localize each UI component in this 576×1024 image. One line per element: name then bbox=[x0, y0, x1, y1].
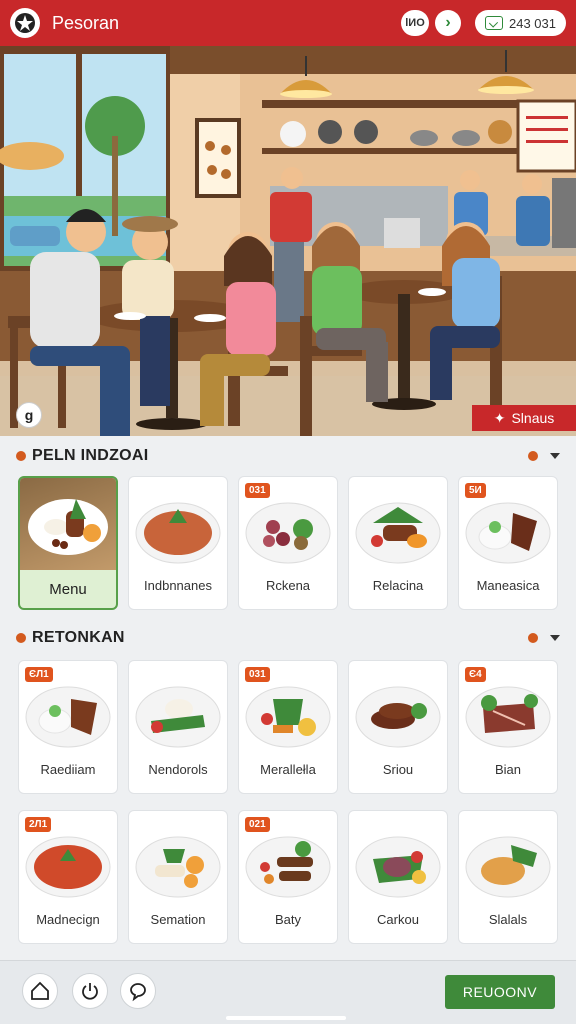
chat-icon bbox=[130, 983, 146, 1002]
home-button[interactable] bbox=[22, 973, 58, 1009]
section-header-2: RETONKAN bbox=[16, 627, 560, 649]
plate-image bbox=[465, 686, 551, 748]
counter-value: 243 031 bbox=[509, 15, 556, 31]
category-card[interactable]: Relacina bbox=[348, 476, 448, 610]
card-label: Menu bbox=[49, 581, 87, 598]
hero-badge[interactable]: g bbox=[16, 402, 42, 428]
dish-card[interactable]: 2Л1 Madnecign bbox=[18, 810, 118, 944]
dish-card[interactable]: Є4 Bian bbox=[458, 660, 558, 794]
section-header-1: PELN INDZOAI bbox=[16, 445, 560, 467]
card-label: Merallełla bbox=[260, 762, 316, 777]
category-card[interactable]: 5И Maneasica bbox=[458, 476, 558, 610]
plate-image bbox=[465, 502, 551, 564]
chevron-down-icon[interactable] bbox=[550, 453, 560, 459]
chevron-right-icon: › bbox=[445, 14, 451, 31]
next-button[interactable]: › bbox=[435, 10, 461, 36]
chevron-down-icon[interactable] bbox=[550, 635, 560, 641]
home-icon bbox=[31, 981, 49, 1000]
plate-image bbox=[245, 836, 331, 898]
restaurant-illustration bbox=[0, 46, 576, 436]
top-app-bar: Pesoran lИO › 243 031 bbox=[0, 0, 576, 46]
status-dot-icon bbox=[528, 633, 538, 643]
section-toggle[interactable] bbox=[528, 451, 560, 461]
plate-image bbox=[135, 836, 221, 898]
dish-card[interactable]: Slalals bbox=[458, 810, 558, 944]
hero-tag-button[interactable]: ✦ Slnaus bbox=[472, 405, 576, 431]
section-dot-icon bbox=[16, 451, 26, 461]
card-number-badge: 2Л1 bbox=[25, 817, 52, 832]
primary-action-button[interactable]: REUOONV bbox=[445, 975, 555, 1009]
card-label: Semation bbox=[150, 912, 206, 927]
section-title: RETONKAN bbox=[32, 629, 125, 646]
logo-icon[interactable] bbox=[10, 8, 40, 38]
card-number-badge: 5И bbox=[465, 483, 486, 498]
plate-image bbox=[355, 836, 441, 898]
section-toggle[interactable] bbox=[528, 633, 560, 643]
home-indicator[interactable] bbox=[226, 1016, 346, 1020]
dish-grid-row-1: ЄЛ1 Raediiam Nendorols 031 Merallełla Sr… bbox=[18, 660, 558, 794]
category-card-menu[interactable]: Menu bbox=[18, 476, 118, 610]
card-number-badge: Є4 bbox=[465, 667, 486, 682]
menu-photo bbox=[20, 478, 116, 570]
status-badge[interactable]: lИO bbox=[401, 10, 429, 36]
power-button[interactable] bbox=[72, 973, 108, 1009]
dish-card[interactable]: Sriou bbox=[348, 660, 448, 794]
card-label: Madnecign bbox=[36, 912, 100, 927]
dish-card[interactable]: Semation bbox=[128, 810, 228, 944]
app-title: Pesoran bbox=[52, 12, 120, 33]
category-card[interactable]: 031 Rckena bbox=[238, 476, 338, 610]
plate-image bbox=[135, 502, 221, 564]
dish-card[interactable]: ЄЛ1 Raediiam bbox=[18, 660, 118, 794]
dish-card[interactable]: Nendorols bbox=[128, 660, 228, 794]
plate-image bbox=[25, 686, 111, 748]
plate-image bbox=[245, 502, 331, 564]
card-label: Slalals bbox=[488, 912, 528, 927]
plate-image bbox=[465, 836, 551, 898]
dish-grid-row-2: 2Л1 Madnecign Semation 021 Baty Carkou S… bbox=[18, 810, 558, 944]
card-label: Baty bbox=[274, 912, 301, 927]
card-label: Nendorols bbox=[148, 762, 208, 777]
dish-card[interactable]: Carkou bbox=[348, 810, 448, 944]
dish-card[interactable]: 031 Merallełla bbox=[238, 660, 338, 794]
card-number-badge: 021 bbox=[245, 817, 270, 832]
sparkle-icon: ✦ bbox=[493, 409, 506, 426]
hero-tag-label: Slnaus bbox=[511, 410, 555, 426]
card-label: Bian bbox=[494, 762, 522, 777]
power-icon bbox=[82, 983, 98, 1000]
plate-image bbox=[355, 502, 441, 564]
hero-banner: g ✦ Slnaus bbox=[0, 46, 576, 436]
chat-button[interactable] bbox=[120, 973, 156, 1009]
card-label: Carkou bbox=[377, 912, 419, 927]
category-card[interactable]: Indbnnanes bbox=[128, 476, 228, 610]
plate-image bbox=[25, 836, 111, 898]
ticket-icon bbox=[485, 16, 503, 30]
card-number-badge: 031 bbox=[245, 483, 270, 498]
card-label: Rckena bbox=[265, 578, 311, 593]
card-label: Maneasica bbox=[476, 578, 540, 593]
counter-pill[interactable]: 243 031 bbox=[475, 10, 566, 36]
status-dot-icon bbox=[528, 451, 538, 461]
card-label: Sriou bbox=[382, 762, 414, 777]
section-title: PELN INDZOAI bbox=[32, 447, 149, 464]
card-label: Raediiam bbox=[40, 762, 96, 777]
card-label: Indbnnanes bbox=[144, 578, 212, 593]
plate-image bbox=[28, 499, 108, 555]
card-number-badge: 031 bbox=[245, 667, 270, 682]
category-grid: Menu Indbnnanes 031 Rckena Relacina 5И M… bbox=[18, 476, 558, 610]
dish-card[interactable]: 021 Baty bbox=[238, 810, 338, 944]
plate-image bbox=[135, 686, 221, 748]
card-label: Relacina bbox=[372, 578, 424, 593]
card-number-badge: ЄЛ1 bbox=[25, 667, 53, 682]
bottom-nav: REUOONV bbox=[0, 960, 576, 1024]
plate-image bbox=[355, 686, 441, 748]
section-dot-icon bbox=[16, 633, 26, 643]
plate-image bbox=[245, 686, 331, 748]
